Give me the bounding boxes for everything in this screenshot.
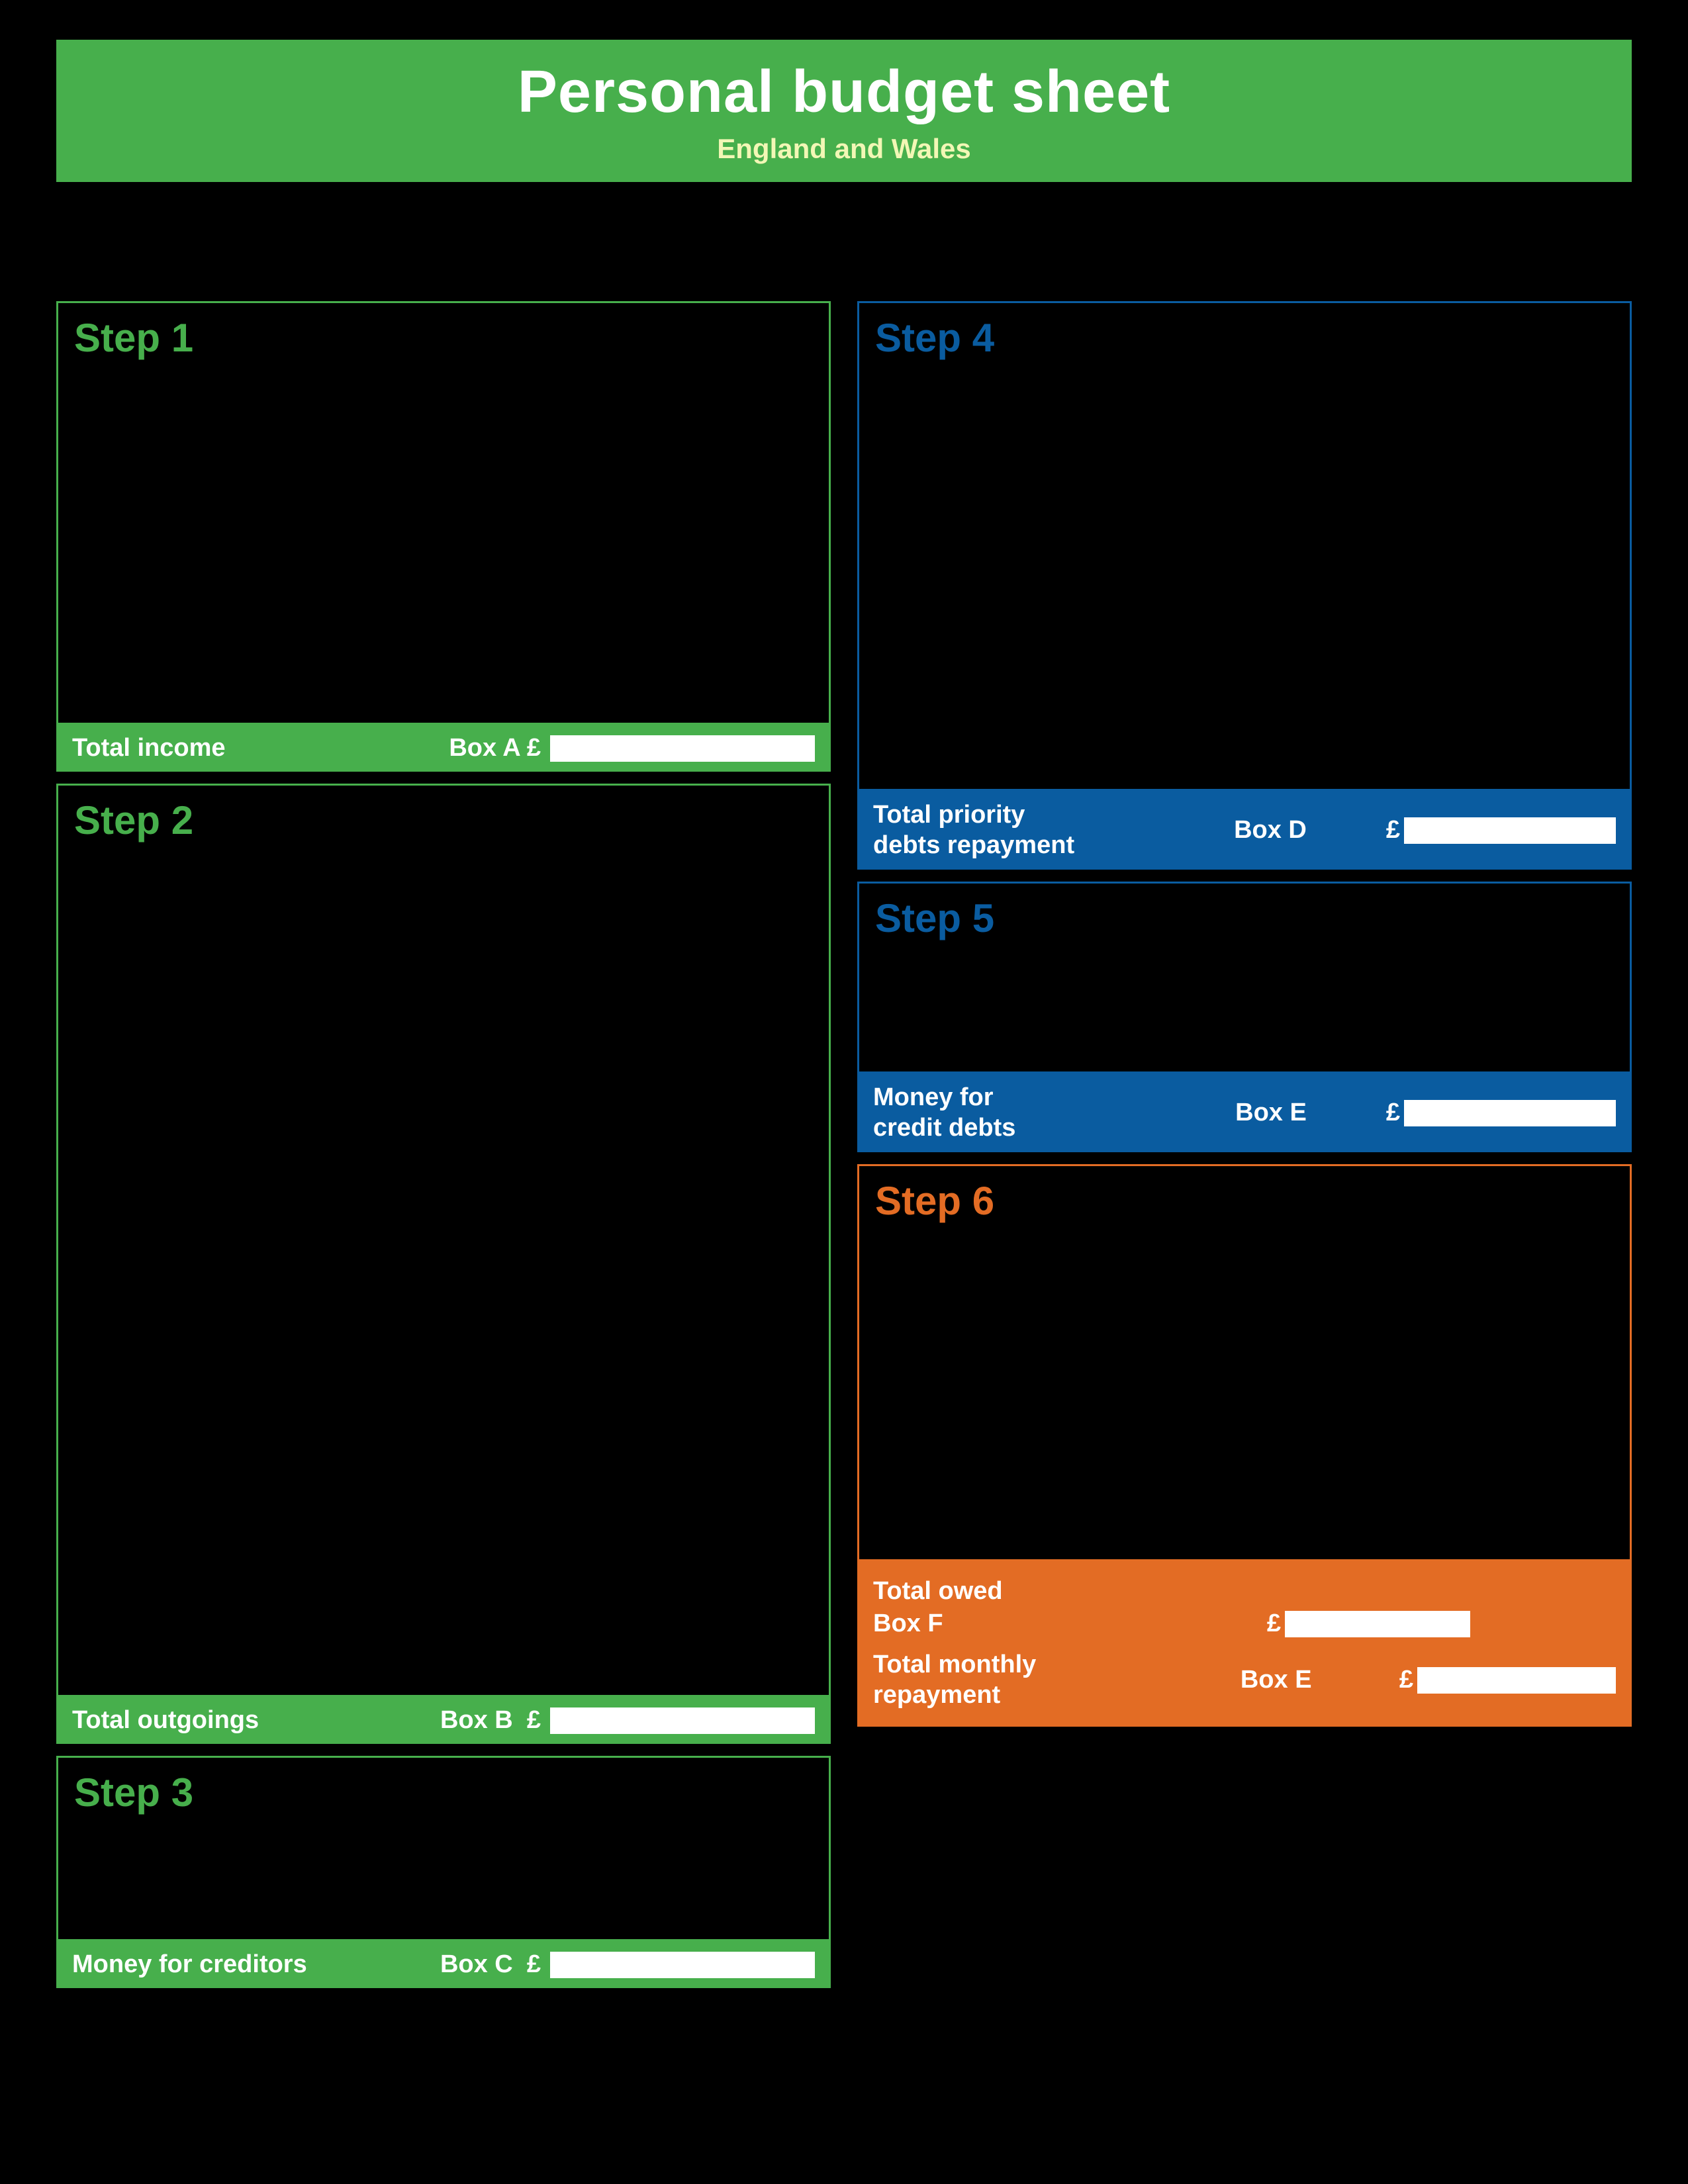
money-for-credit-debts-label: Money for credit debts <box>873 1083 1235 1143</box>
page-subtitle: England and Wales <box>56 133 1632 165</box>
step2-footer: Total outgoings Box B £ <box>56 1697 831 1744</box>
step4-footer: Total priority debts repayment Box D £ <box>857 791 1632 870</box>
box-c-label: Box C £ <box>440 1950 541 1979</box>
page-header: Personal budget sheet England and Wales <box>56 40 1632 182</box>
left-column: Step 1 Total income Box A £ Step 2 Total… <box>56 301 831 2000</box>
box-f-currency: £ <box>1267 1610 1281 1638</box>
step4-panel: Step 4 Total priority debts repayment Bo… <box>857 301 1632 870</box>
step5-body: Step 5 <box>857 882 1632 1073</box>
box-d-currency: £ <box>1386 816 1400 844</box>
step5-footer: Money for credit debts Box E £ <box>857 1073 1632 1152</box>
box-e2-label: Box E <box>1241 1666 1399 1694</box>
step6-body: Step 6 <box>857 1164 1632 1561</box>
box-e2-field[interactable] <box>1417 1667 1616 1694</box>
box-e-label: Box E <box>1235 1099 1307 1127</box>
box-b-field[interactable] <box>550 1707 815 1734</box>
step3-panel: Step 3 Money for creditors Box C £ <box>56 1756 831 1988</box>
box-f-row: Box F £ <box>873 1610 1616 1638</box>
step6-title: Step 6 <box>875 1178 1614 1224</box>
step1-body: Step 1 <box>56 301 831 725</box>
step1-title: Step 1 <box>74 315 813 361</box>
step6-panel: Step 6 Total owed Box F £ Total monthly … <box>857 1164 1632 1726</box>
step3-footer: Money for creditors Box C £ <box>56 1941 831 1988</box>
step1-footer: Total income Box A £ <box>56 725 831 772</box>
content-columns: Step 1 Total income Box A £ Step 2 Total… <box>56 301 1632 2000</box>
step3-title: Step 3 <box>74 1770 813 1815</box>
box-d-label: Box D <box>1234 816 1307 844</box>
box-d-field[interactable] <box>1404 817 1616 844</box>
step1-panel: Step 1 Total income Box A £ <box>56 301 831 772</box>
total-owed-label: Total owed <box>873 1577 1616 1606</box>
step2-body: Step 2 <box>56 784 831 1697</box>
box-f-label: Box F <box>873 1610 1108 1638</box>
total-income-label: Total income <box>72 734 449 762</box>
right-column: Step 4 Total priority debts repayment Bo… <box>857 301 1632 2000</box>
step4-body: Step 4 <box>857 301 1632 791</box>
box-e-field[interactable] <box>1404 1100 1616 1126</box>
step4-title: Step 4 <box>875 315 1614 361</box>
step3-body: Step 3 <box>56 1756 831 1941</box>
step2-title: Step 2 <box>74 797 813 843</box>
box-c-field[interactable] <box>550 1952 815 1978</box>
step5-panel: Step 5 Money for credit debts Box E £ <box>857 882 1632 1152</box>
step6-footer: Total owed Box F £ Total monthly repayme… <box>857 1561 1632 1726</box>
page-title: Personal budget sheet <box>56 58 1632 126</box>
step5-title: Step 5 <box>875 895 1614 941</box>
box-e2-currency: £ <box>1399 1666 1413 1694</box>
box-b-label: Box B £ <box>440 1706 541 1735</box>
total-owed-row: Total owed <box>873 1577 1616 1606</box>
box-e-currency: £ <box>1386 1099 1400 1127</box>
box-a-label: Box A £ <box>449 734 541 762</box>
total-monthly-repayment-row: Total monthly repayment Box E £ <box>873 1650 1616 1710</box>
money-for-creditors-label: Money for creditors <box>72 1950 440 1979</box>
box-a-field[interactable] <box>550 735 815 762</box>
step2-panel: Step 2 Total outgoings Box B £ <box>56 784 831 1744</box>
total-monthly-repayment-label: Total monthly repayment <box>873 1650 1241 1710</box>
total-outgoings-label: Total outgoings <box>72 1706 440 1735</box>
box-f-field[interactable] <box>1285 1611 1470 1637</box>
total-priority-debts-label: Total priority debts repayment <box>873 800 1234 860</box>
